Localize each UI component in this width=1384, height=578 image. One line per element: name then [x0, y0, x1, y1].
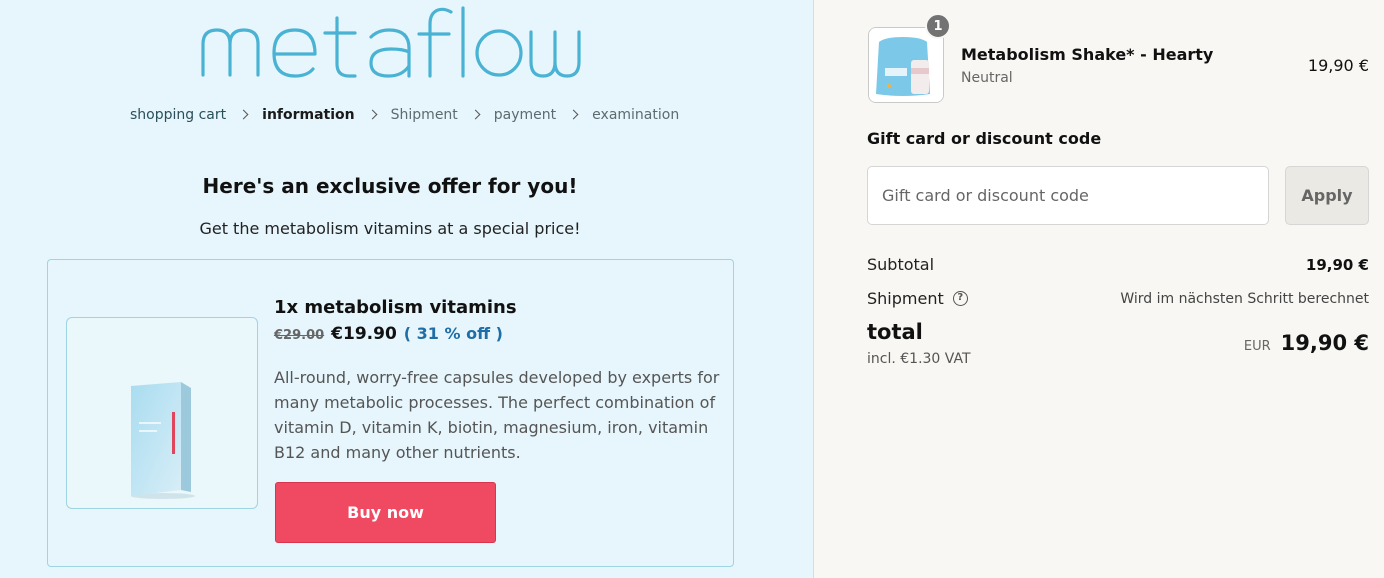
shipment-label: Shipment [867, 289, 944, 308]
help-icon[interactable]: ? [952, 291, 968, 306]
discount-code-input[interactable] [867, 166, 1269, 225]
vitamin-box-illustration [131, 382, 195, 499]
cart-item-name: Metabolism Shake* - Hearty [961, 45, 1214, 64]
total-value-row: EUR 19,90 € [1244, 331, 1369, 355]
offer-product-name: 1x metabolism vitamins [274, 297, 517, 318]
discount-badge: ( 31 % off ) [403, 324, 503, 343]
buy-now-button[interactable]: Buy now [275, 482, 496, 543]
metaflow-logo[interactable] [197, 4, 587, 88]
offer-description: All-round, worry-free capsules developed… [274, 368, 720, 462]
logo-wordmark [201, 6, 581, 78]
offer-title: Here's an exclusive offer for you! [202, 174, 578, 198]
chevron-right-icon [470, 109, 481, 119]
subtotal-value: 19,90 € [1305, 256, 1369, 274]
chevron-right-icon [568, 109, 579, 119]
shake-bag-illustration [869, 28, 943, 102]
offer-panel: shopping cart information Shipment payme… [0, 0, 814, 578]
new-price: €19.90 [331, 324, 397, 344]
breadcrumb: shopping cart information Shipment payme… [130, 107, 679, 123]
vat-note: incl. €1.30 VAT [867, 351, 971, 367]
subtotal-label: Subtotal [867, 255, 935, 274]
shipment-label-row: Shipment ? [867, 289, 968, 308]
quantity-badge: 1 [925, 13, 951, 39]
cart-item-thumbnail [868, 27, 944, 103]
breadcrumb-examination: examination [592, 107, 680, 123]
breadcrumb-information: information [262, 107, 355, 123]
order-summary: 1 Metabolism Shake* - Hearty Neutral 19,… [815, 0, 1384, 578]
offer-card: 1x metabolism vitamins €29.00 €19.90 ( 3… [47, 259, 734, 567]
breadcrumb-shipment: Shipment [390, 107, 458, 123]
breadcrumb-payment: payment [493, 107, 557, 123]
total-label: total [867, 320, 923, 344]
chevron-right-icon [367, 109, 378, 119]
currency-code: EUR [1243, 339, 1271, 354]
chevron-right-icon [238, 109, 249, 119]
product-image [66, 317, 258, 509]
offer-subtitle: Get the metabolism vitamins at a special… [199, 219, 581, 238]
gift-card-label: Gift card or discount code [867, 129, 1102, 148]
old-price: €29.00 [274, 328, 325, 343]
breadcrumb-shopping-cart[interactable]: shopping cart [130, 107, 226, 123]
shipment-value: Wird im nächsten Schritt berechnet [1120, 291, 1369, 307]
cart-item-price: 19,90 € [1307, 56, 1369, 75]
offer-price-row: €29.00 €19.90 ( 31 % off ) [274, 324, 503, 344]
apply-button[interactable]: Apply [1285, 166, 1369, 225]
cart-item-variant: Neutral [961, 70, 1013, 86]
total-amount: 19,90 € [1280, 331, 1369, 355]
